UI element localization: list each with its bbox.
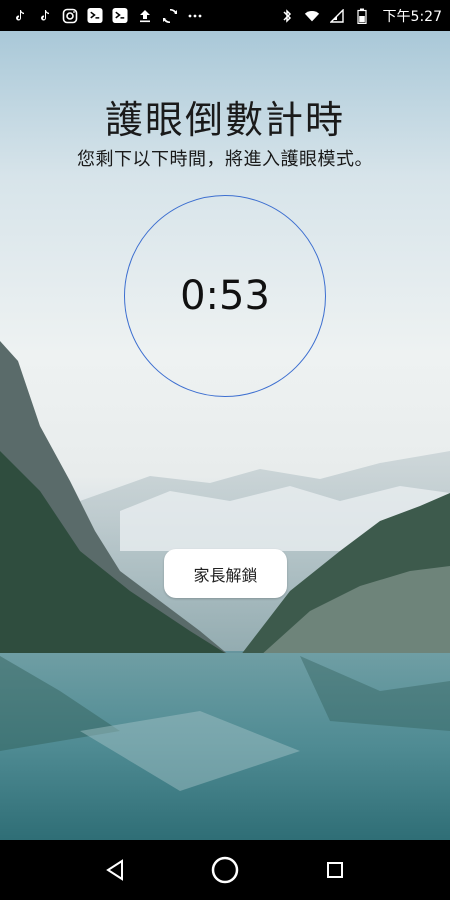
background-scene: 護眼倒數計時 您剩下以下時間，將進入護眼模式。 0:53 家長解鎖 (0, 31, 450, 840)
battery-icon (354, 8, 370, 24)
status-time: 下午5:27 (382, 8, 442, 25)
back-icon (106, 859, 123, 881)
tiktok-icon (12, 8, 28, 24)
app-icon (112, 7, 128, 24)
page-subtitle: 您剩下以下時間，將進入護眼模式。 (77, 149, 373, 170)
system-icons: 下午5:27 (279, 6, 442, 26)
notification-icons (12, 7, 203, 24)
instagram-icon (62, 8, 78, 24)
recents-button[interactable] (313, 848, 357, 892)
home-button[interactable] (203, 848, 247, 892)
tiktok-icon (37, 8, 53, 24)
page-title: 護眼倒數計時 (104, 98, 345, 142)
sync-icon (162, 8, 178, 24)
app-icon (87, 7, 103, 24)
parent-unlock-button[interactable]: 家長解鎖 (164, 549, 287, 598)
upload-icon (137, 8, 153, 24)
wifi-icon (304, 8, 320, 24)
more-icon (187, 8, 203, 24)
countdown-ring: 0:53 (124, 195, 326, 397)
recents-icon (327, 862, 343, 878)
status-bar: 下午5:27 (0, 0, 450, 31)
bluetooth-icon (279, 8, 295, 24)
home-icon (211, 856, 239, 884)
back-button[interactable] (93, 848, 137, 892)
countdown-timer: 0:53 (180, 273, 270, 319)
signal-icon (329, 8, 345, 24)
navigation-bar (0, 840, 450, 900)
